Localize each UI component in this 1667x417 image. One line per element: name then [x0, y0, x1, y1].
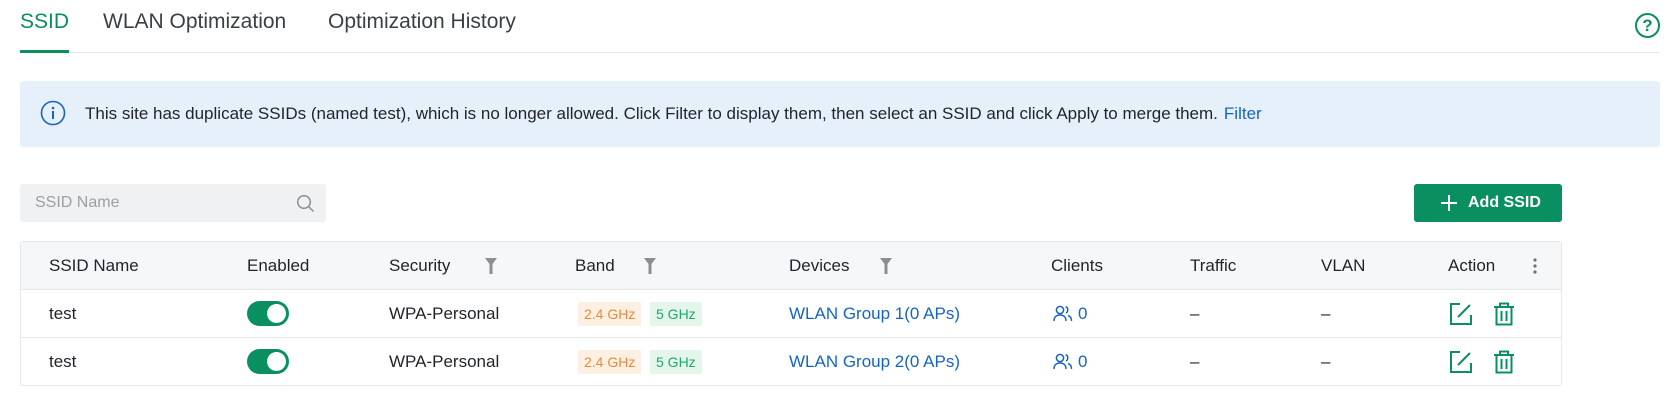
tab-ssid[interactable]: SSID	[20, 10, 70, 53]
column-settings-icon[interactable]	[1532, 257, 1538, 275]
delete-icon[interactable]	[1493, 350, 1515, 374]
search-input[interactable]	[20, 184, 280, 222]
traffic-cell: –	[1190, 304, 1200, 323]
band-filter-icon[interactable]	[644, 258, 656, 274]
enabled-toggle[interactable]	[247, 301, 289, 326]
add-ssid-button[interactable]: Add SSID	[1414, 184, 1562, 222]
ssid-table: SSID Name Enabled Security Band Devices …	[20, 241, 1562, 386]
col-devices: Devices	[789, 256, 850, 275]
users-icon	[1053, 305, 1073, 322]
table-row: test WPA-Personal 2.4 GHz 5 GHz WLAN Gro…	[21, 290, 1561, 338]
band-badge-2-4ghz: 2.4 GHz	[578, 302, 642, 326]
banner-message: This site has duplicate SSIDs (named tes…	[85, 104, 1262, 124]
search-icon[interactable]	[296, 194, 315, 213]
devices-link[interactable]: WLAN Group 2(0 APs)	[789, 352, 960, 372]
vlan-cell: –	[1321, 304, 1331, 323]
filter-link[interactable]: Filter	[1224, 104, 1262, 123]
tab-bar: SSID WLAN Optimization Optimization Hist…	[20, 0, 1660, 53]
col-ssid-name: SSID Name	[49, 256, 139, 275]
vlan-cell: –	[1321, 352, 1331, 371]
security-cell: WPA-Personal	[389, 304, 500, 323]
tab-wlan-optimization[interactable]: WLAN Optimization	[103, 10, 286, 53]
band-badge-2-4ghz: 2.4 GHz	[578, 350, 642, 374]
col-enabled: Enabled	[247, 256, 310, 275]
tab-optimization-history[interactable]: Optimization History	[328, 10, 516, 53]
devices-filter-icon[interactable]	[880, 258, 892, 274]
traffic-cell: –	[1190, 352, 1200, 371]
col-security: Security	[389, 256, 451, 275]
ssid-name-cell: test	[49, 352, 77, 371]
col-vlan: VLAN	[1321, 256, 1366, 275]
ssid-name-cell: test	[49, 304, 77, 323]
table-row: test WPA-Personal 2.4 GHz 5 GHz WLAN Gro…	[21, 338, 1561, 386]
plus-icon	[1441, 195, 1457, 211]
col-band: Band	[575, 256, 615, 275]
edit-icon[interactable]	[1449, 350, 1473, 374]
security-filter-icon[interactable]	[485, 258, 497, 274]
devices-link[interactable]: WLAN Group 1(0 APs)	[789, 304, 960, 324]
clients-count: 0	[1078, 304, 1088, 323]
help-icon[interactable]: ?	[1635, 13, 1660, 38]
banner-text: This site has duplicate SSIDs (named tes…	[85, 104, 1218, 123]
users-icon	[1053, 353, 1073, 370]
table-header: SSID Name Enabled Security Band Devices …	[21, 242, 1561, 290]
clients-count: 0	[1078, 352, 1088, 371]
band-badge-5ghz: 5 GHz	[650, 302, 702, 326]
col-traffic: Traffic	[1190, 256, 1237, 275]
band-badge-5ghz: 5 GHz	[650, 350, 702, 374]
col-clients: Clients	[1051, 256, 1103, 275]
duplicate-ssid-banner: This site has duplicate SSIDs (named tes…	[20, 81, 1660, 147]
ssid-search	[20, 184, 326, 222]
info-icon	[40, 100, 66, 126]
security-cell: WPA-Personal	[389, 352, 500, 371]
add-ssid-label: Add SSID	[1468, 194, 1541, 211]
edit-icon[interactable]	[1449, 302, 1473, 326]
delete-icon[interactable]	[1493, 302, 1515, 326]
enabled-toggle[interactable]	[247, 349, 289, 374]
col-action: Action	[1448, 256, 1496, 275]
